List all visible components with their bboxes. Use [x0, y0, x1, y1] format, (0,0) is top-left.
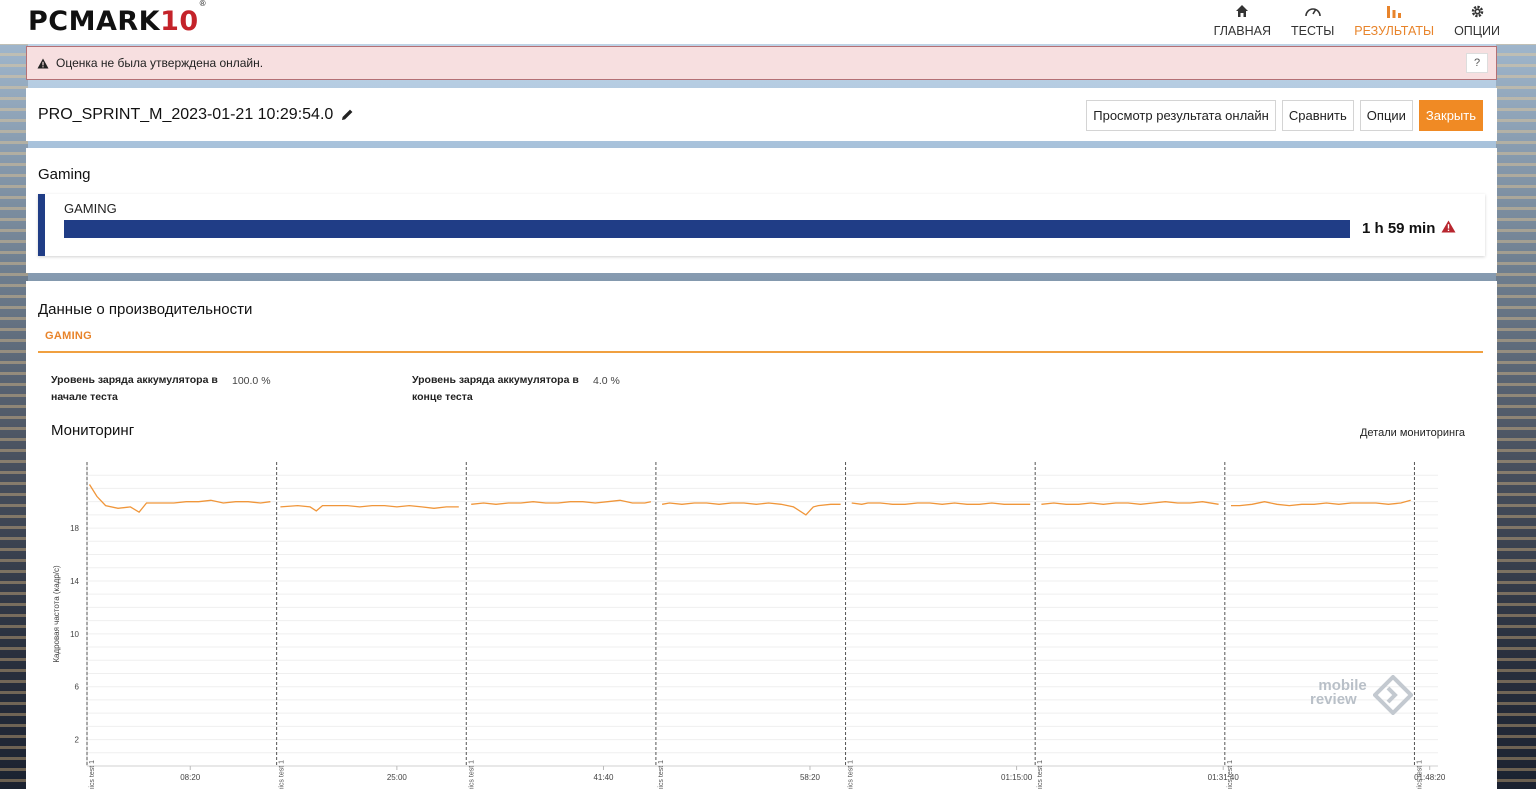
fps-series-line [280, 504, 459, 512]
view-online-button[interactable]: Просмотр результата онлайн [1086, 100, 1276, 131]
options-button[interactable]: Опции [1359, 100, 1413, 131]
nav-label: ТЕСТЫ [1290, 24, 1335, 38]
background-left [0, 42, 28, 789]
nav-label: ГЛАВНАЯ [1213, 24, 1271, 38]
gaming-heading: Gaming [38, 166, 91, 183]
gauge-icon [1304, 2, 1322, 20]
gaming-score-value: 1 h 59 min [1362, 220, 1436, 237]
gaming-panel: Gaming GAMING 1 h 59 min [26, 148, 1497, 273]
y-tick-label: 14 [70, 577, 79, 586]
fps-series-line [1231, 499, 1411, 507]
warning-icon [1441, 220, 1456, 237]
gaming-score: 1 h 59 min [1362, 220, 1456, 237]
x-tick-label: 41:40 [593, 773, 614, 782]
test-marker-label: Graphics test 1 [1227, 760, 1234, 789]
fps-series-line [471, 499, 652, 505]
performance-panel: Данные о производительности GAMING Урове… [26, 281, 1497, 789]
fps-series-line [661, 502, 841, 516]
y-axis-label: Кадровая частота (кадр/с) [52, 565, 61, 663]
test-marker-label: Graphics test 1 [89, 760, 96, 789]
nav-label: РЕЗУЛЬТАТЫ [1354, 24, 1435, 38]
result-actions: Просмотр результата онлайн Сравнить Опци… [1086, 100, 1483, 131]
result-title-bar: PRO_SPRINT_M_2023-01-21 10:29:54.0 Просм… [26, 88, 1497, 141]
watermark-logo-icon [1373, 675, 1413, 715]
validation-alert: Оценка не была утверждена онлайн. ? [26, 46, 1497, 80]
test-marker-label: Graphics test 1 [1037, 760, 1044, 789]
y-tick-label: 10 [70, 630, 79, 639]
x-tick-label: 25:00 [387, 773, 408, 782]
test-marker-label: Graphics test 1 [658, 760, 665, 789]
x-tick-label: 01:31:40 [1208, 773, 1240, 782]
help-button[interactable]: ? [1466, 53, 1488, 73]
gear-icon [1470, 2, 1485, 20]
warning-icon [37, 58, 49, 69]
fps-series-line [851, 502, 1031, 505]
y-tick-label: 2 [75, 736, 80, 745]
top-header: PCMARK10® ГЛАВНАЯ ТЕСТЫ РЕЗУЛЬТАТЫ ОПЦИИ [0, 0, 1536, 44]
nav-item-results[interactable]: РЕЗУЛЬТАТЫ [1354, 0, 1434, 44]
edit-pencil-icon[interactable] [341, 108, 354, 121]
home-icon [1235, 2, 1249, 20]
y-tick-label: 18 [70, 524, 79, 533]
background-right [1496, 42, 1536, 789]
watermark-text: mobile review [1310, 677, 1367, 708]
pcmark-logo: PCMARK10® [28, 0, 208, 37]
nav-item-tests[interactable]: ТЕСТЫ [1291, 0, 1334, 44]
compare-button[interactable]: Сравнить [1281, 100, 1354, 131]
test-marker-label: Graphics test 1 [468, 760, 475, 789]
close-button[interactable]: Закрыть [1418, 100, 1483, 131]
gaming-card-label: GAMING [64, 201, 117, 216]
x-tick-label: 58:20 [800, 773, 821, 782]
test-marker-label: Graphics test 1 [279, 760, 286, 789]
nav-item-options[interactable]: ОПЦИИ [1454, 0, 1500, 44]
fps-monitoring-chart: 2 6 10 14 18 Кадровая частота (кадр/с) 08:20 25… [52, 462, 1446, 789]
y-tick-label: 6 [75, 683, 80, 692]
x-tick-label: 01:15:00 [1001, 773, 1033, 782]
bar-chart-icon [1386, 2, 1402, 20]
x-tick-label: 08:20 [180, 773, 201, 782]
main-nav: ГЛАВНАЯ ТЕСТЫ РЕЗУЛЬТАТЫ ОПЦИИ [1214, 0, 1500, 44]
gaming-score-bar [64, 220, 1350, 238]
test-marker-label: Graphics test 1 [1416, 760, 1423, 789]
test-marker-label: Graphics test 1 [848, 760, 855, 789]
nav-label: ОПЦИИ [1454, 24, 1500, 38]
nav-item-home[interactable]: ГЛАВНАЯ [1214, 0, 1271, 44]
gaming-score-card[interactable]: GAMING 1 h 59 min [38, 194, 1485, 256]
alert-text: Оценка не была утверждена онлайн. [56, 56, 264, 70]
result-title: PRO_SPRINT_M_2023-01-21 10:29:54.0 [38, 105, 334, 123]
